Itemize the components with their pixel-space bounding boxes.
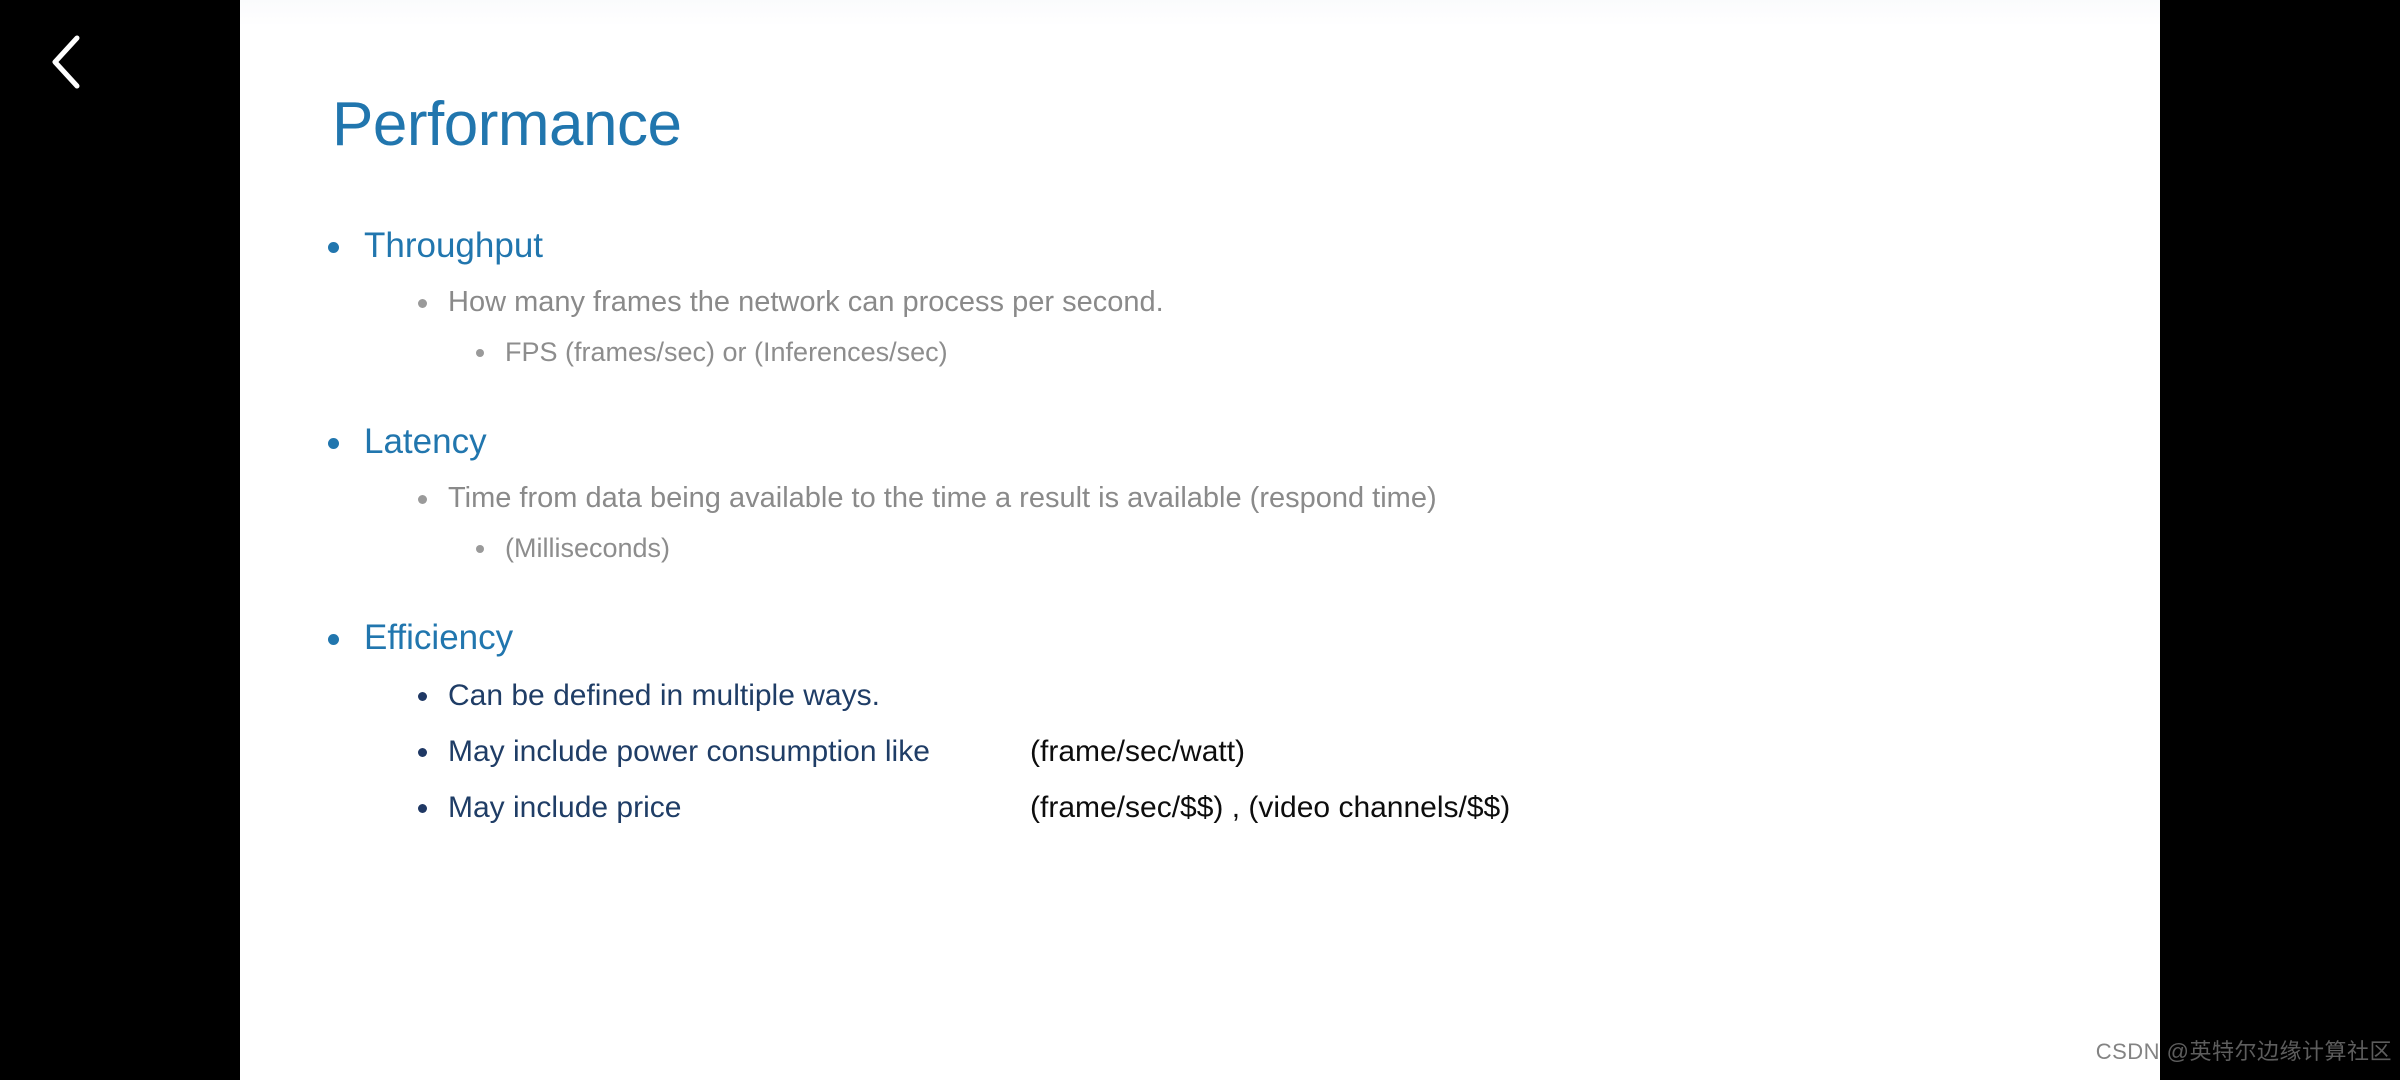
bullet-dot-icon [418,804,427,813]
sub-sub-bullet-label: (Milliseconds) [505,533,671,563]
sub-bullet-item: Can be defined in multiple ways. [240,681,2160,711]
bullet-section-throughput: Throughput How many frames the network c… [240,228,2160,366]
bullet-dot-icon [418,299,427,308]
bullet-section-latency: Latency Time from data being available t… [240,424,2160,562]
watermark: CSDN @英特尔边缘计算社区 [2095,1039,2392,1064]
sub-sub-bullet-label: FPS (frames/sec) or (Inferences/sec) [505,337,948,367]
section-heading-throughput: Throughput [240,228,2160,263]
presentation-slide: Performance Throughput How many frames t… [240,0,2160,1080]
section-heading-label: Latency [364,422,487,461]
sub-bullet-item: May include power consumption like (fram… [240,737,2160,767]
slide-body: Throughput How many frames the network c… [240,228,2160,823]
slide-top-edge-artifact [240,0,2160,26]
bullet-dot-icon [476,545,484,553]
section-heading-label: Efficiency [364,618,514,657]
sub-sub-bullet-item: FPS (frames/sec) or (Inferences/sec) [240,339,2160,366]
page-title: Performance [332,90,682,159]
video-player-viewport: Performance Throughput How many frames t… [0,0,2400,1080]
sub-bullet-item: May include price (frame/sec/$$) , (vide… [240,793,2160,823]
sub-bullet-formula: (frame/sec/watt) [1030,735,1246,768]
sub-bullet-label: How many frames the network can process … [448,286,1164,318]
sub-bullet-label: Time from data being available to the ti… [448,482,1437,514]
bullet-dot-icon [328,634,339,645]
bullet-section-efficiency: Efficiency Can be defined in multiple wa… [240,620,2160,823]
bullet-dot-icon [476,349,484,357]
bullet-dot-icon [418,692,427,701]
back-button[interactable] [28,24,104,100]
sub-bullet-label: Can be defined in multiple ways. [448,679,880,712]
bullet-dot-icon [328,242,339,253]
sub-bullet-label: May include price [448,791,682,824]
sub-sub-bullet-item: (Milliseconds) [240,535,2160,562]
sub-bullet-formula: (frame/sec/$$) , (video channels/$$) [1030,791,1511,824]
sub-bullet-label: May include power consumption like [448,735,930,768]
sub-bullet-item: Time from data being available to the ti… [240,484,2160,513]
bullet-dot-icon [418,495,427,504]
sub-bullet-item: How many frames the network can process … [240,288,2160,317]
section-heading-efficiency: Efficiency [240,620,2160,655]
bullet-dot-icon [418,748,427,757]
section-heading-label: Throughput [364,226,544,265]
section-heading-latency: Latency [240,424,2160,459]
chevron-left-icon [52,35,80,89]
bullet-dot-icon [328,438,339,449]
